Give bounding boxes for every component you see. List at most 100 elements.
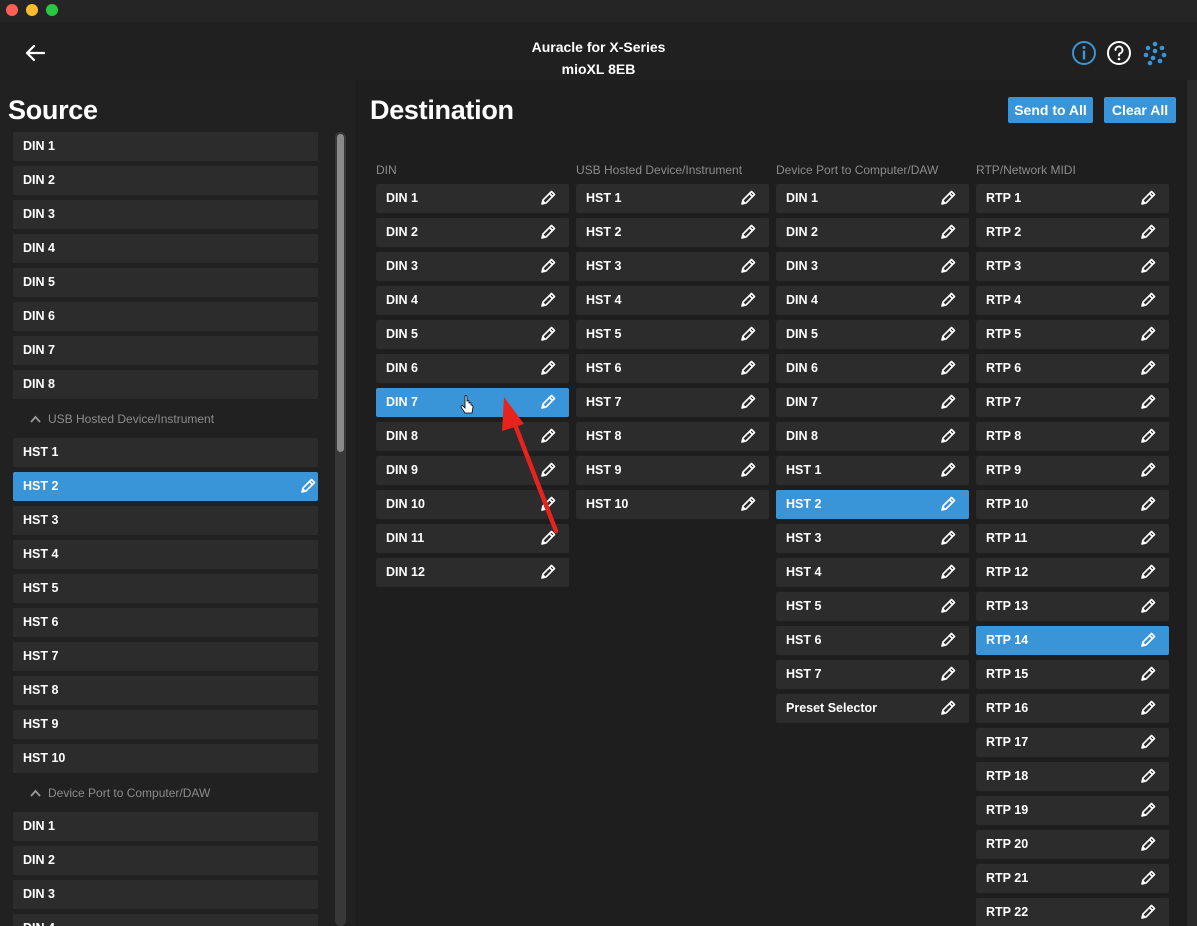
destination-item[interactable]: RTP 7 xyxy=(976,388,1169,417)
send-to-all-button[interactable]: Send to All xyxy=(1008,97,1093,123)
source-item[interactable]: DIN 3 xyxy=(13,880,318,909)
pencil-icon[interactable] xyxy=(1139,529,1157,547)
info-icon[interactable] xyxy=(1071,40,1097,66)
destination-item[interactable]: RTP 9 xyxy=(976,456,1169,485)
destination-item[interactable]: HST 6 xyxy=(576,354,769,383)
destination-item[interactable]: DIN 7 xyxy=(376,388,569,417)
destination-item[interactable]: RTP 11 xyxy=(976,524,1169,553)
destination-item[interactable]: RTP 3 xyxy=(976,252,1169,281)
pencil-icon[interactable] xyxy=(539,257,557,275)
source-item[interactable]: HST 8 xyxy=(13,676,318,705)
destination-item[interactable]: RTP 18 xyxy=(976,762,1169,791)
source-item[interactable]: HST 7 xyxy=(13,642,318,671)
destination-item[interactable]: DIN 3 xyxy=(776,252,969,281)
pencil-icon[interactable] xyxy=(1139,903,1157,921)
destination-item[interactable]: DIN 1 xyxy=(376,184,569,213)
source-item[interactable]: HST 4 xyxy=(13,540,318,569)
pencil-icon[interactable] xyxy=(939,325,957,343)
pencil-icon[interactable] xyxy=(1139,699,1157,717)
pencil-icon[interactable] xyxy=(1139,733,1157,751)
destination-item[interactable]: HST 1 xyxy=(576,184,769,213)
destination-item[interactable]: HST 10 xyxy=(576,490,769,519)
source-item[interactable]: DIN 6 xyxy=(13,302,318,331)
iconnectivity-logo-icon[interactable] xyxy=(1142,40,1168,66)
source-item[interactable]: HST 6 xyxy=(13,608,318,637)
pencil-icon[interactable] xyxy=(939,495,957,513)
destination-item[interactable]: RTP 15 xyxy=(976,660,1169,689)
source-item[interactable]: DIN 2 xyxy=(13,166,318,195)
window-maximize-button[interactable] xyxy=(46,4,58,16)
destination-item[interactable]: RTP 13 xyxy=(976,592,1169,621)
pencil-icon[interactable] xyxy=(1139,597,1157,615)
destination-item[interactable]: HST 2 xyxy=(776,490,969,519)
source-item[interactable]: HST 3 xyxy=(13,506,318,535)
destination-item[interactable]: HST 8 xyxy=(576,422,769,451)
pencil-icon[interactable] xyxy=(1139,495,1157,513)
source-item[interactable]: DIN 1 xyxy=(13,132,318,161)
pencil-icon[interactable] xyxy=(939,393,957,411)
destination-item[interactable]: HST 4 xyxy=(576,286,769,315)
pencil-icon[interactable] xyxy=(739,359,757,377)
pencil-icon[interactable] xyxy=(1139,325,1157,343)
destination-item[interactable]: HST 7 xyxy=(576,388,769,417)
pencil-icon[interactable] xyxy=(939,461,957,479)
pencil-icon[interactable] xyxy=(539,529,557,547)
pencil-icon[interactable] xyxy=(939,597,957,615)
destination-item[interactable]: RTP 21 xyxy=(976,864,1169,893)
pencil-icon[interactable] xyxy=(939,427,957,445)
destination-item[interactable]: HST 3 xyxy=(776,524,969,553)
destination-item[interactable]: HST 3 xyxy=(576,252,769,281)
destination-item[interactable]: Preset Selector xyxy=(776,694,969,723)
destination-item[interactable]: DIN 5 xyxy=(776,320,969,349)
destination-item[interactable]: DIN 8 xyxy=(776,422,969,451)
destination-item[interactable]: RTP 16 xyxy=(976,694,1169,723)
destination-item[interactable]: DIN 11 xyxy=(376,524,569,553)
pencil-icon[interactable] xyxy=(739,257,757,275)
destination-item[interactable]: HST 2 xyxy=(576,218,769,247)
source-group-header[interactable]: Device Port to Computer/DAW xyxy=(30,786,210,800)
pencil-icon[interactable] xyxy=(739,461,757,479)
pencil-icon[interactable] xyxy=(1139,189,1157,207)
pencil-icon[interactable] xyxy=(739,223,757,241)
destination-item[interactable]: HST 5 xyxy=(776,592,969,621)
source-item[interactable]: HST 1 xyxy=(13,438,318,467)
source-item[interactable]: DIN 7 xyxy=(13,336,318,365)
destination-item[interactable]: DIN 6 xyxy=(376,354,569,383)
destination-item[interactable]: RTP 2 xyxy=(976,218,1169,247)
source-item[interactable]: DIN 1 xyxy=(13,812,318,841)
pencil-icon[interactable] xyxy=(1139,869,1157,887)
help-icon[interactable] xyxy=(1106,40,1132,66)
destination-item[interactable]: RTP 14 xyxy=(976,626,1169,655)
destination-item[interactable]: DIN 10 xyxy=(376,490,569,519)
pencil-icon[interactable] xyxy=(739,427,757,445)
destination-item[interactable]: RTP 12 xyxy=(976,558,1169,587)
pencil-icon[interactable] xyxy=(739,495,757,513)
destination-item[interactable]: DIN 1 xyxy=(776,184,969,213)
pencil-icon[interactable] xyxy=(1139,835,1157,853)
source-group-header[interactable]: USB Hosted Device/Instrument xyxy=(30,412,214,426)
pencil-icon[interactable] xyxy=(739,393,757,411)
pencil-icon[interactable] xyxy=(939,699,957,717)
pencil-icon[interactable] xyxy=(1139,223,1157,241)
pencil-icon[interactable] xyxy=(939,223,957,241)
pencil-icon[interactable] xyxy=(539,427,557,445)
pencil-icon[interactable] xyxy=(539,325,557,343)
source-scrollbar-thumb[interactable] xyxy=(337,134,344,452)
clear-all-button[interactable]: Clear All xyxy=(1104,97,1176,123)
pencil-icon[interactable] xyxy=(1139,563,1157,581)
pencil-icon[interactable] xyxy=(1139,257,1157,275)
destination-item[interactable]: HST 7 xyxy=(776,660,969,689)
destination-item[interactable]: DIN 12 xyxy=(376,558,569,587)
destination-item[interactable]: RTP 19 xyxy=(976,796,1169,825)
destination-item[interactable]: HST 1 xyxy=(776,456,969,485)
pencil-icon[interactable] xyxy=(739,189,757,207)
pencil-icon[interactable] xyxy=(739,325,757,343)
destination-item[interactable]: RTP 4 xyxy=(976,286,1169,315)
pencil-icon[interactable] xyxy=(539,189,557,207)
pencil-icon[interactable] xyxy=(939,529,957,547)
pencil-icon[interactable] xyxy=(939,359,957,377)
pencil-icon[interactable] xyxy=(1139,291,1157,309)
destination-item[interactable]: HST 6 xyxy=(776,626,969,655)
destination-item[interactable]: RTP 6 xyxy=(976,354,1169,383)
source-item[interactable]: HST 2 xyxy=(13,472,318,501)
